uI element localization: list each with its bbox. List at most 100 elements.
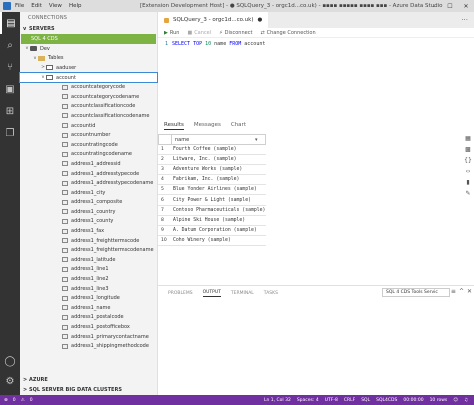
error-count[interactable]: 0 [13,398,16,403]
tree-item-column[interactable]: accountcategorycodename [20,92,157,102]
tree-item-column[interactable]: accountid [20,121,157,131]
tree-item-column[interactable]: address1_fax [20,226,157,236]
table-row[interactable]: 7 Contoso Pharmaceuticals (sample) [158,206,266,216]
feedback-icon[interactable]: ☺ [453,398,458,403]
big-data-clusters-section[interactable]: > SQL SERVER BIG DATA CLUSTERS [20,385,158,395]
tree-item-column[interactable]: address1_primarycontactname [20,332,157,342]
tree-item-column[interactable]: address1_latitude [20,255,157,265]
cell-name[interactable]: Fabrikam, Inc. (sample) [171,177,239,182]
warning-count[interactable]: 0 [30,398,33,403]
disconnect-button[interactable]: ⚡ Disconnect [219,30,252,36]
chart-icon[interactable]: ▮ [464,178,472,186]
extensions-icon[interactable]: ⊞ [0,100,20,122]
tab-problems[interactable]: PROBLEMS [168,291,193,296]
table-row[interactable]: 6 City Power & Light (sample) [158,195,266,206]
connections-icon[interactable]: ▤ [0,12,20,34]
maximize-icon[interactable]: ☐ [442,0,458,12]
table-row[interactable]: 2 Litware, Inc. (sample) [158,155,266,166]
tab-output[interactable]: OUTPUT [202,290,221,297]
tree-item-column[interactable]: address1_shippingmethodcode [20,341,157,351]
source-control-icon[interactable]: ⑂ [0,56,20,78]
azure-section[interactable]: > AZURE [20,375,158,385]
tree-item-column[interactable]: address1_freighttermscode [20,236,157,246]
tree-item-column[interactable]: address1_country [20,207,157,217]
connection-sql4cds[interactable]: SQL 4 CDS [21,34,156,44]
tab-chart[interactable]: Chart [231,122,246,130]
more-actions-icon[interactable]: ··· [461,16,474,24]
table-row[interactable]: 10 Coho Winery (sample) [158,236,266,246]
tab-tasks[interactable]: TASKS [264,291,278,296]
tree-item-column[interactable]: address1_county [20,217,157,227]
close-icon[interactable]: ✕ [458,0,474,12]
tree-item-aaduser[interactable]: > aaduser [20,63,157,73]
tree-item-column[interactable]: address1_addresstypecodename [20,178,157,188]
table-row[interactable]: 1 Fourth Coffee (sample) [158,145,266,156]
cursor-position[interactable]: Ln 1, Col 32 [264,398,291,403]
cell-name[interactable]: Alpine Ski House (sample) [171,218,245,223]
table-row[interactable]: 3 Adventure Works (sample) [158,165,266,176]
tree-item-column[interactable]: address1_postalcode [20,313,157,323]
tab-results[interactable]: Results [164,122,184,130]
explorer-icon[interactable]: ❐ [0,122,20,144]
account-icon[interactable]: ◯ [0,356,20,367]
connection-provider[interactable]: SQL4CDS [376,398,397,403]
tree-item-column[interactable]: address1_addressid [20,159,157,169]
tree-item-column[interactable]: address1_line3 [20,284,157,294]
tree-item-tables[interactable]: v Tables [20,54,157,64]
gear-icon[interactable]: ⚙ [0,376,20,387]
cell-name[interactable]: Adventure Works (sample) [171,167,242,172]
visualize-icon[interactable]: ✎ [464,189,472,197]
cell-name[interactable]: Contoso Pharmaceuticals (sample) [171,208,265,213]
tree-item-column[interactable]: address1_longitude [20,293,157,303]
tree-item-column[interactable]: accountratingcodename [20,150,157,160]
tree-item-column[interactable]: address1_city [20,188,157,198]
clear-output-icon[interactable]: ≡ [451,288,456,295]
tree-item-column[interactable]: accountcategorycode [20,82,157,92]
maximize-panel-icon[interactable]: ^ [459,288,464,295]
minimize-icon[interactable]: – [426,0,442,12]
tree-item-dev[interactable]: v Dev [20,44,157,54]
menu-file[interactable]: File [15,3,24,9]
sql-code[interactable]: SELECT TOP 10 name FROM account [172,41,265,47]
tree-item-column[interactable]: address1_addresstypecode [20,169,157,179]
tree-item-column[interactable]: address1_composite [20,198,157,208]
tree-item-column[interactable]: accountratingcode [20,140,157,150]
tab-messages[interactable]: Messages [194,122,221,130]
tree-item-column[interactable]: address1_line2 [20,274,157,284]
menu-edit[interactable]: Edit [31,3,42,9]
line-ending[interactable]: CRLF [344,398,355,403]
notifications-icon[interactable]: ♫ [464,398,468,403]
cell-name[interactable]: Litware, Inc. (sample) [171,157,237,162]
indentation[interactable]: Spaces: 4 [297,398,319,403]
tree-item-column[interactable]: accountnumber [20,130,157,140]
close-panel-icon[interactable]: ✕ [467,288,472,295]
tree-item-column[interactable]: address1_postofficebox [20,322,157,332]
tree-item-column[interactable]: address1_name [20,303,157,313]
change-connection-button[interactable]: ⇄ Change Connection [260,30,315,36]
tree-item-column[interactable]: address1_line1 [20,265,157,275]
language-mode[interactable]: SQL [361,398,370,403]
cell-name[interactable]: Coho Winery (sample) [171,238,231,243]
cancel-button[interactable]: ■ Cancel [187,30,211,36]
table-row[interactable]: 8 Alpine Ski House (sample) [158,216,266,226]
cell-name[interactable]: Fourth Coffee (sample) [171,147,237,152]
menu-help[interactable]: Help [69,3,82,9]
search-icon[interactable]: ⌕ [0,34,20,56]
column-header-name[interactable]: name [172,137,255,143]
table-row[interactable]: 5 Blue Yonder Airlines (sample) [158,185,266,196]
notebooks-icon[interactable]: ▣ [0,78,20,100]
tab-sqlquery[interactable]: SQLQuery_3 - orgc1d...co.uk) ● [158,12,269,28]
save-xml-icon[interactable]: ‹› [464,167,472,175]
table-row[interactable]: 4 Fabrikam, Inc. (sample) [158,175,266,186]
tree-item-column[interactable]: address1_freighttermscodename [20,245,157,255]
sort-dropdown-icon[interactable]: ▾ [255,137,265,143]
output-channel-select[interactable]: SQL 4 CDS Tools Servic [382,288,450,297]
tree-item-account[interactable]: v account [19,71,158,84]
encoding[interactable]: UTF-8 [325,398,338,403]
tree-item-column[interactable]: accountclassificationcodename [20,111,157,121]
code-line-1[interactable]: 1 SELECT TOP 10 name FROM account [158,40,474,48]
save-json-icon[interactable]: {} [464,156,472,164]
cell-name[interactable]: City Power & Light (sample) [171,198,251,203]
menu-view[interactable]: View [49,3,62,9]
servers-section[interactable]: v SERVERS [20,24,157,34]
